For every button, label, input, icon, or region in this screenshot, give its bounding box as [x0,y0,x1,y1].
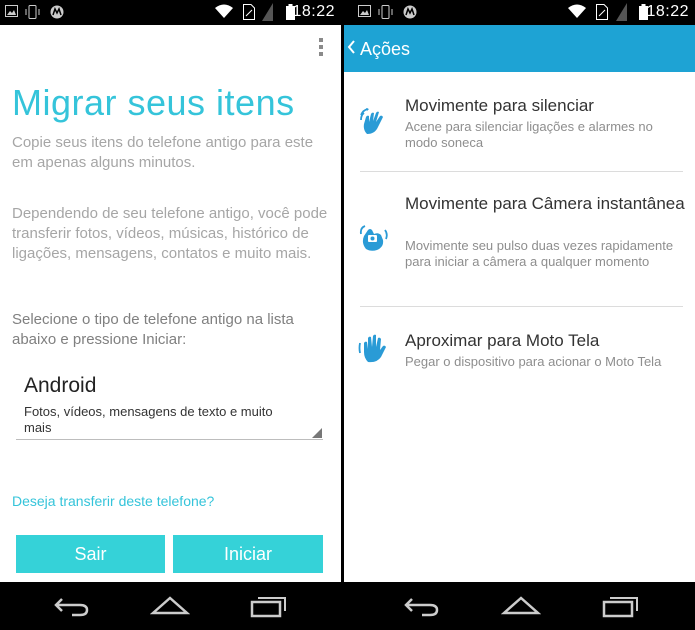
wifi-icon [568,4,586,18]
chevron-left-icon[interactable] [347,40,355,54]
wave-hand-icon [360,108,383,134]
approach-hand-icon [358,334,386,363]
motorola-logo-icon [50,5,64,19]
left-phone-screen: 18:22 Migrar seus itens Copie seus itens… [0,0,341,630]
start-button[interactable]: Iniciar [173,535,323,573]
phone-type-dropdown[interactable]: Android Fotos, vídeos, mensagens de text… [16,373,323,440]
signal-icon [262,3,273,21]
twist-camera-icon [359,225,388,251]
list-item-title: Aproximar para Moto Tela [405,331,600,350]
intro-text: Copie seus itens do telefone antigo para… [12,134,314,171]
status-bar: 18:22 [0,0,341,25]
dropdown-subtitle: Fotos, vídeos, mensagens de texto e muit… [24,404,273,435]
vibrate-icon [378,5,393,19]
overflow-menu-button[interactable] [317,38,325,58]
list-item-subtitle: Movimente seu pulso duas vezes rapidamen… [405,238,674,269]
dropdown-arrow-icon [312,428,322,438]
home-icon[interactable] [150,593,190,619]
vibrate-icon [25,5,40,19]
image-notification-icon [358,5,371,17]
signal-icon [616,3,627,21]
sim-card-icon [596,4,608,20]
navigation-bar [344,582,695,630]
page-title: Migrar seus itens [12,82,295,123]
list-item-title: Movimente para Câmera instantânea [405,194,685,213]
clock-time: 18:22 [646,3,689,20]
exit-button[interactable]: Sair [16,535,165,573]
motorola-logo-icon [403,5,417,19]
home-icon[interactable] [501,593,541,619]
right-phone-screen: 18:22 Ações Movimente para silenciar Ace… [344,0,695,630]
image-notification-icon [5,5,18,17]
action-bar-title[interactable]: Ações [360,39,410,60]
transfer-from-this-phone-link[interactable]: Deseja transferir deste telefone? [12,493,214,509]
list-item-approach-moto-display[interactable]: Aproximar para Moto Tela Pegar o disposi… [344,307,695,377]
list-item-quick-camera[interactable]: Movimente para Câmera instantânea Movime… [344,172,695,306]
navigation-bar [0,582,341,630]
wifi-icon [215,4,233,18]
recent-apps-icon[interactable] [600,593,640,619]
recent-apps-icon[interactable] [248,593,288,619]
list-item-title: Movimente para silenciar [405,96,594,115]
back-icon[interactable] [52,593,92,619]
description-text: Dependendo de seu telefone antigo, você … [12,205,328,262]
clock-time: 18:22 [292,3,335,20]
instruction-text: Selecione o tipo de telefone antigo na l… [12,311,294,348]
list-item-subtitle: Pegar o dispositivo para acionar o Moto … [405,354,662,369]
dropdown-selected-value: Android [24,374,97,397]
action-bar: Ações [344,25,695,72]
back-icon[interactable] [402,593,442,619]
status-bar: 18:22 [344,0,695,25]
sim-card-icon [243,4,255,20]
list-item-wave-to-silence[interactable]: Movimente para silenciar Acene para sile… [344,86,695,170]
list-item-subtitle: Acene para silenciar ligações e alarmes … [405,119,653,150]
